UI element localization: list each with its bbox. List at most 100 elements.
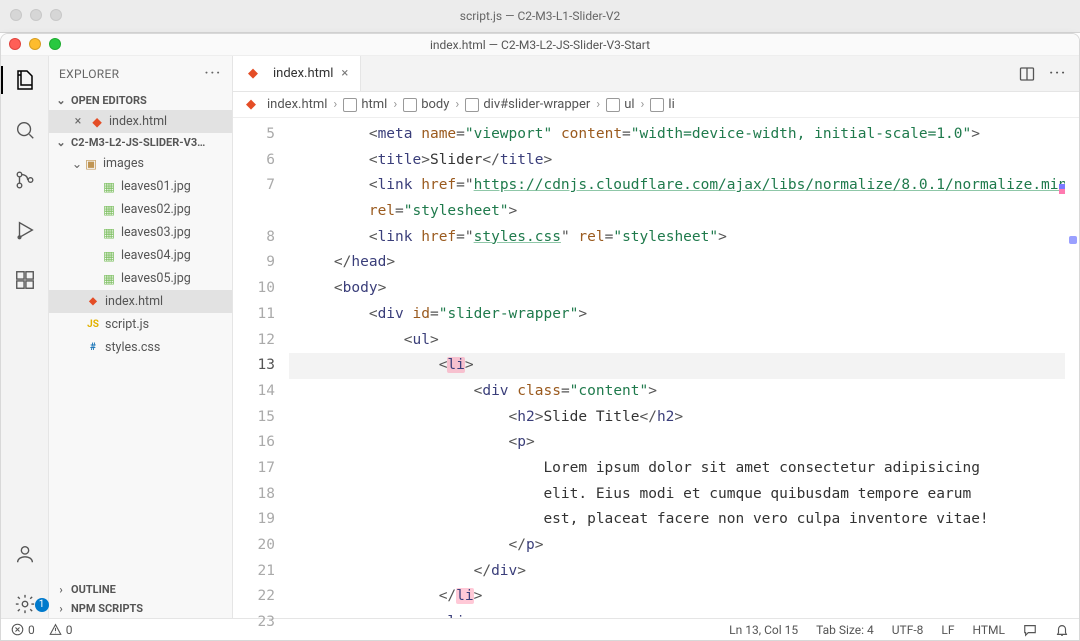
- breadcrumb-item[interactable]: ul: [606, 97, 634, 112]
- html-file-icon: ◆: [245, 66, 261, 81]
- warning-icon: [49, 623, 62, 636]
- code-line[interactable]: elit. Eius modi et cumque quibusdam temp…: [289, 482, 1065, 508]
- tree-file[interactable]: #styles.css: [49, 336, 232, 359]
- parent-window-title: script.js — C2-M3-L1-Slider-V2: [460, 9, 620, 23]
- tree-folder-images[interactable]: ⌄ ▣ images: [49, 152, 232, 175]
- element-icon: [343, 98, 357, 112]
- open-editors-header[interactable]: ⌄ OPEN EDITORS: [49, 91, 232, 110]
- close-editor-icon[interactable]: ×: [71, 114, 85, 129]
- traffic-lights[interactable]: [9, 38, 61, 50]
- tab-index-html[interactable]: ◆ index.html ×: [233, 56, 361, 91]
- code-content[interactable]: <meta name="viewport" content="width=dev…: [289, 118, 1065, 618]
- explorer-more-button[interactable]: ···: [205, 66, 222, 81]
- tree-file[interactable]: ◆ index.html: [49, 290, 232, 313]
- breadcrumb-label: div#slider-wrapper: [483, 97, 590, 112]
- line-number-gutter: 567891011121314151617181920212223: [233, 118, 289, 618]
- code-line[interactable]: <div class="content">: [289, 379, 1065, 405]
- breadcrumb-separator: ›: [596, 97, 600, 112]
- code-line[interactable]: </p>: [289, 533, 1065, 559]
- tree-file-image[interactable]: ▦leaves04.jpg: [49, 244, 232, 267]
- status-errors[interactable]: 0: [11, 623, 35, 637]
- tree-file-image[interactable]: ▦leaves03.jpg: [49, 221, 232, 244]
- code-line[interactable]: <meta name="viewport" content="width=dev…: [289, 122, 1065, 148]
- status-warnings[interactable]: 0: [49, 623, 73, 637]
- source-control-icon[interactable]: [11, 166, 39, 194]
- breadcrumb-item[interactable]: html: [343, 97, 387, 112]
- code-line[interactable]: rel="stylesheet">: [289, 199, 1065, 225]
- tree-file-image[interactable]: ▦leaves05.jpg: [49, 267, 232, 290]
- open-editor-item[interactable]: × ◆ index.html: [49, 110, 232, 133]
- code-line[interactable]: <li>: [289, 610, 1065, 618]
- html-file-icon: ◆: [85, 296, 101, 307]
- breadcrumb-item[interactable]: div#slider-wrapper: [465, 97, 590, 112]
- split-editor-icon[interactable]: [1019, 66, 1035, 82]
- editor-more-icon[interactable]: ···: [1049, 66, 1067, 81]
- explorer-icon[interactable]: [11, 66, 39, 94]
- editor-tabs: ◆ index.html × ···: [233, 56, 1079, 92]
- code-line[interactable]: est, placeat facere non vero culpa inven…: [289, 507, 1065, 533]
- code-editor[interactable]: 567891011121314151617181920212223 <meta …: [233, 118, 1079, 618]
- code-line[interactable]: <body>: [289, 276, 1065, 302]
- status-eol[interactable]: LF: [941, 623, 954, 637]
- status-feedback-icon[interactable]: [1023, 623, 1037, 637]
- search-icon[interactable]: [11, 116, 39, 144]
- vscode-window: index.html — C2-M3-L2-JS-Slider-V3-Start: [0, 33, 1080, 641]
- breadcrumb-label: index.html: [267, 97, 327, 112]
- parent-max-dot: [50, 9, 62, 21]
- element-icon: [403, 98, 417, 112]
- minimap-scrollbar[interactable]: [1065, 118, 1079, 618]
- tree-file-image[interactable]: ▦leaves01.jpg: [49, 175, 232, 198]
- close-window-button[interactable]: [9, 38, 21, 50]
- breadcrumb-label: body: [421, 97, 449, 112]
- code-line[interactable]: <link href="https://cdnjs.cloudflare.com…: [289, 173, 1065, 199]
- manage-gear-icon[interactable]: 1: [11, 590, 39, 618]
- code-line[interactable]: <title>Slider</title>: [289, 148, 1065, 174]
- code-line[interactable]: <div id="slider-wrapper">: [289, 302, 1065, 328]
- breadcrumbs[interactable]: ◆index.html›html›body›div#slider-wrapper…: [233, 92, 1079, 118]
- code-line[interactable]: <h2>Slide Title</h2>: [289, 405, 1065, 431]
- code-line[interactable]: <li>: [289, 353, 1065, 379]
- status-bell-icon[interactable]: [1055, 623, 1069, 637]
- code-line[interactable]: <link href="styles.css" rel="stylesheet"…: [289, 225, 1065, 251]
- status-cursor-pos[interactable]: Ln 13, Col 15: [729, 623, 798, 637]
- code-line[interactable]: <p>: [289, 430, 1065, 456]
- tree-file-name: index.html: [105, 294, 163, 309]
- tree-file-name: styles.css: [105, 340, 160, 355]
- breadcrumb-item[interactable]: ◆ index.html: [243, 97, 327, 112]
- code-line[interactable]: </head>: [289, 250, 1065, 276]
- outline-header[interactable]: › OUTLINE: [49, 580, 232, 599]
- breadcrumb-item[interactable]: body: [403, 97, 449, 112]
- chevron-down-icon: ⌄: [71, 156, 83, 172]
- run-debug-icon[interactable]: [11, 216, 39, 244]
- explorer-sidebar: EXPLORER ··· ⌄ OPEN EDITORS × ◆ index.ht…: [49, 56, 233, 618]
- npm-scripts-header[interactable]: › NPM SCRIPTS: [49, 599, 232, 618]
- status-encoding[interactable]: UTF-8: [892, 623, 924, 637]
- element-icon: [465, 98, 479, 112]
- explorer-title: EXPLORER: [59, 67, 119, 81]
- code-line[interactable]: </div>: [289, 559, 1065, 585]
- status-language[interactable]: HTML: [973, 623, 1006, 637]
- extensions-icon[interactable]: [11, 266, 39, 294]
- status-tab-size[interactable]: Tab Size: 4: [816, 623, 874, 637]
- minimize-window-button[interactable]: [29, 38, 41, 50]
- breadcrumb-item[interactable]: li: [650, 97, 674, 112]
- element-icon: [606, 98, 620, 112]
- chevron-right-icon: ›: [55, 583, 67, 596]
- code-line[interactable]: Lorem ipsum dolor sit amet consectetur a…: [289, 456, 1065, 482]
- folder-header[interactable]: ⌄ C2-M3-L2-JS-SLIDER-V3…: [49, 133, 232, 152]
- error-icon: [11, 623, 24, 636]
- activity-bar: 1: [1, 56, 49, 618]
- tree-file[interactable]: JSscript.js: [49, 313, 232, 336]
- html-file-icon: ◆: [243, 97, 259, 112]
- zoom-window-button[interactable]: [49, 38, 61, 50]
- window-titlebar: index.html — C2-M3-L2-JS-Slider-V3-Start: [1, 34, 1079, 56]
- tree-file-image[interactable]: ▦leaves02.jpg: [49, 198, 232, 221]
- open-editors-list: × ◆ index.html: [49, 110, 232, 133]
- code-line[interactable]: </li>: [289, 584, 1065, 610]
- code-line[interactable]: <ul>: [289, 328, 1065, 354]
- close-tab-icon[interactable]: ×: [341, 66, 348, 81]
- account-icon[interactable]: [11, 540, 39, 568]
- status-warnings-count: 0: [66, 623, 73, 637]
- image-file-icon: ▦: [101, 225, 117, 241]
- parent-traffic-lights: [10, 9, 62, 21]
